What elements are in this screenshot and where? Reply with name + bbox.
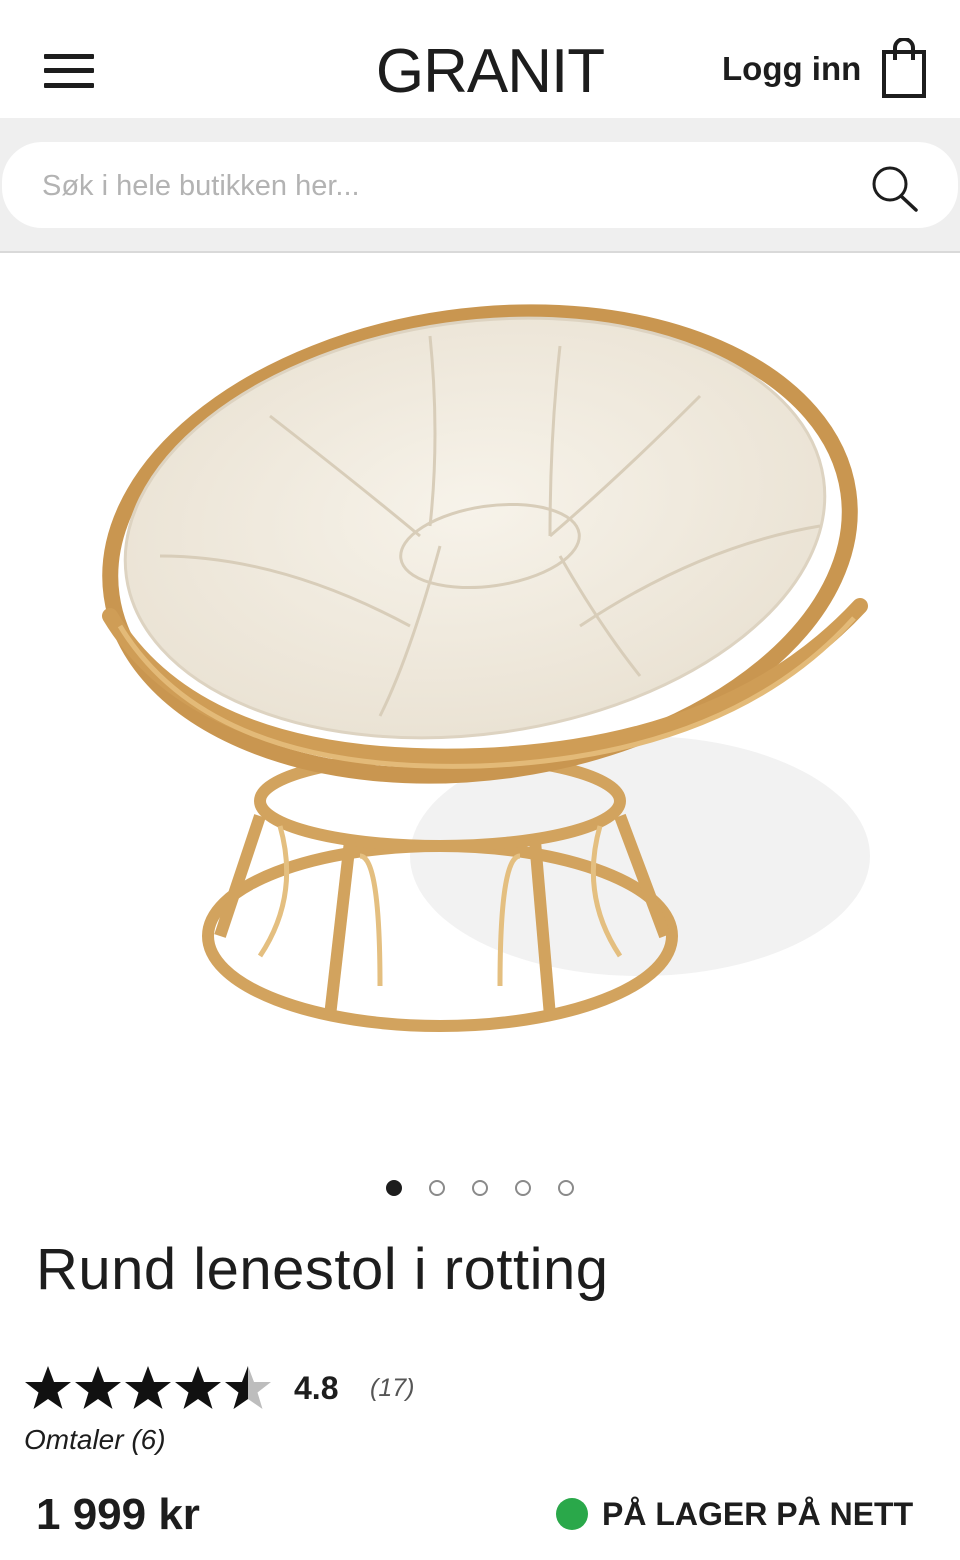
shopping-bag-icon: [882, 37, 926, 98]
product-image[interactable]: [80, 296, 880, 1056]
in-stock-dot-icon: [556, 1498, 588, 1530]
carousel-dot[interactable]: [558, 1180, 574, 1196]
star-icon: [75, 1366, 121, 1409]
search-bar: [0, 118, 960, 253]
carousel-dot[interactable]: [515, 1180, 531, 1196]
hamburger-menu-icon: [44, 54, 94, 59]
search-button[interactable]: [868, 164, 922, 214]
stock-status-label: PÅ LAGER PÅ NETT: [602, 1496, 914, 1532]
product-price: 1 999 kr: [36, 1490, 200, 1539]
star-icon: [125, 1366, 171, 1409]
star-icon: [225, 1366, 248, 1409]
site-header: GRANIT Logg inn: [0, 0, 960, 118]
search-input[interactable]: [42, 164, 842, 208]
brand-logo[interactable]: GRANIT: [300, 36, 680, 107]
carousel-dot[interactable]: [429, 1180, 445, 1196]
papasan-chair-image: [102, 304, 870, 1032]
reviews-link[interactable]: Omtaler (6): [24, 1424, 166, 1456]
carousel-dot[interactable]: [472, 1180, 488, 1196]
hamburger-menu-icon: [44, 68, 94, 73]
rating-stars: [25, 1366, 271, 1409]
carousel-dot[interactable]: [386, 1180, 402, 1196]
login-link[interactable]: Logg inn: [722, 50, 861, 88]
search-box: [2, 142, 958, 228]
rating-count: (17): [370, 1374, 415, 1402]
search-icon: [872, 166, 918, 212]
rating-value: 4.8: [294, 1370, 339, 1406]
star-icon: [25, 1366, 71, 1409]
star-icon: [175, 1366, 221, 1409]
hamburger-menu-icon: [44, 83, 94, 88]
product-title: Rund lenestol i rotting: [36, 1237, 609, 1302]
menu-button[interactable]: [40, 48, 98, 94]
cart-button[interactable]: [878, 37, 930, 100]
